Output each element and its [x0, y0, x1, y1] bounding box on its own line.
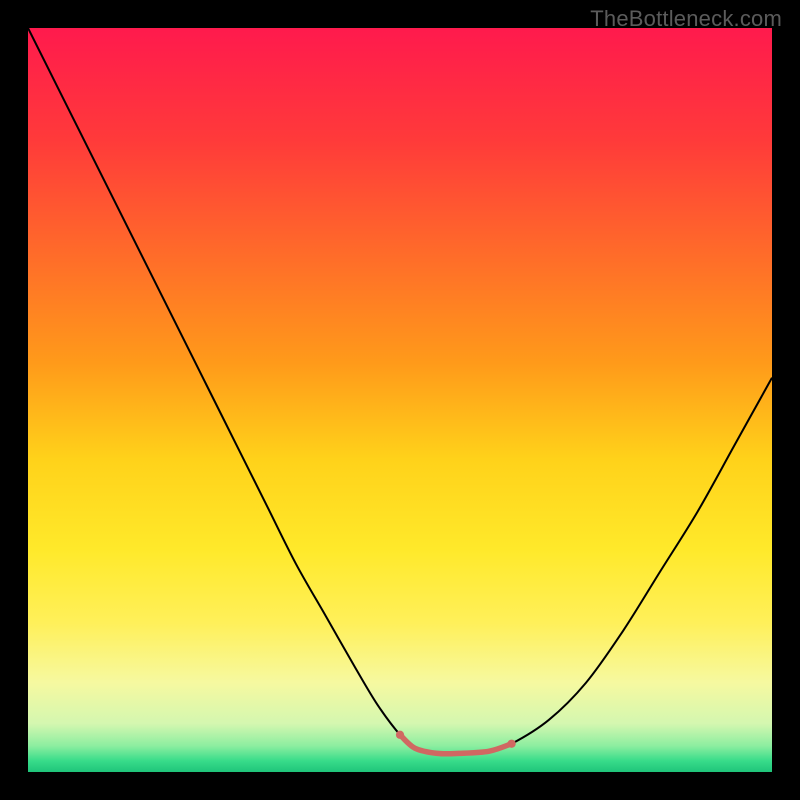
chart-svg [28, 28, 772, 772]
plot-area [28, 28, 772, 772]
chart-background [28, 28, 772, 772]
watermark-text: TheBottleneck.com [590, 6, 782, 32]
chart-frame: TheBottleneck.com [0, 0, 800, 800]
series-highlight-endpoint [396, 731, 404, 739]
series-highlight-endpoint [507, 740, 515, 748]
